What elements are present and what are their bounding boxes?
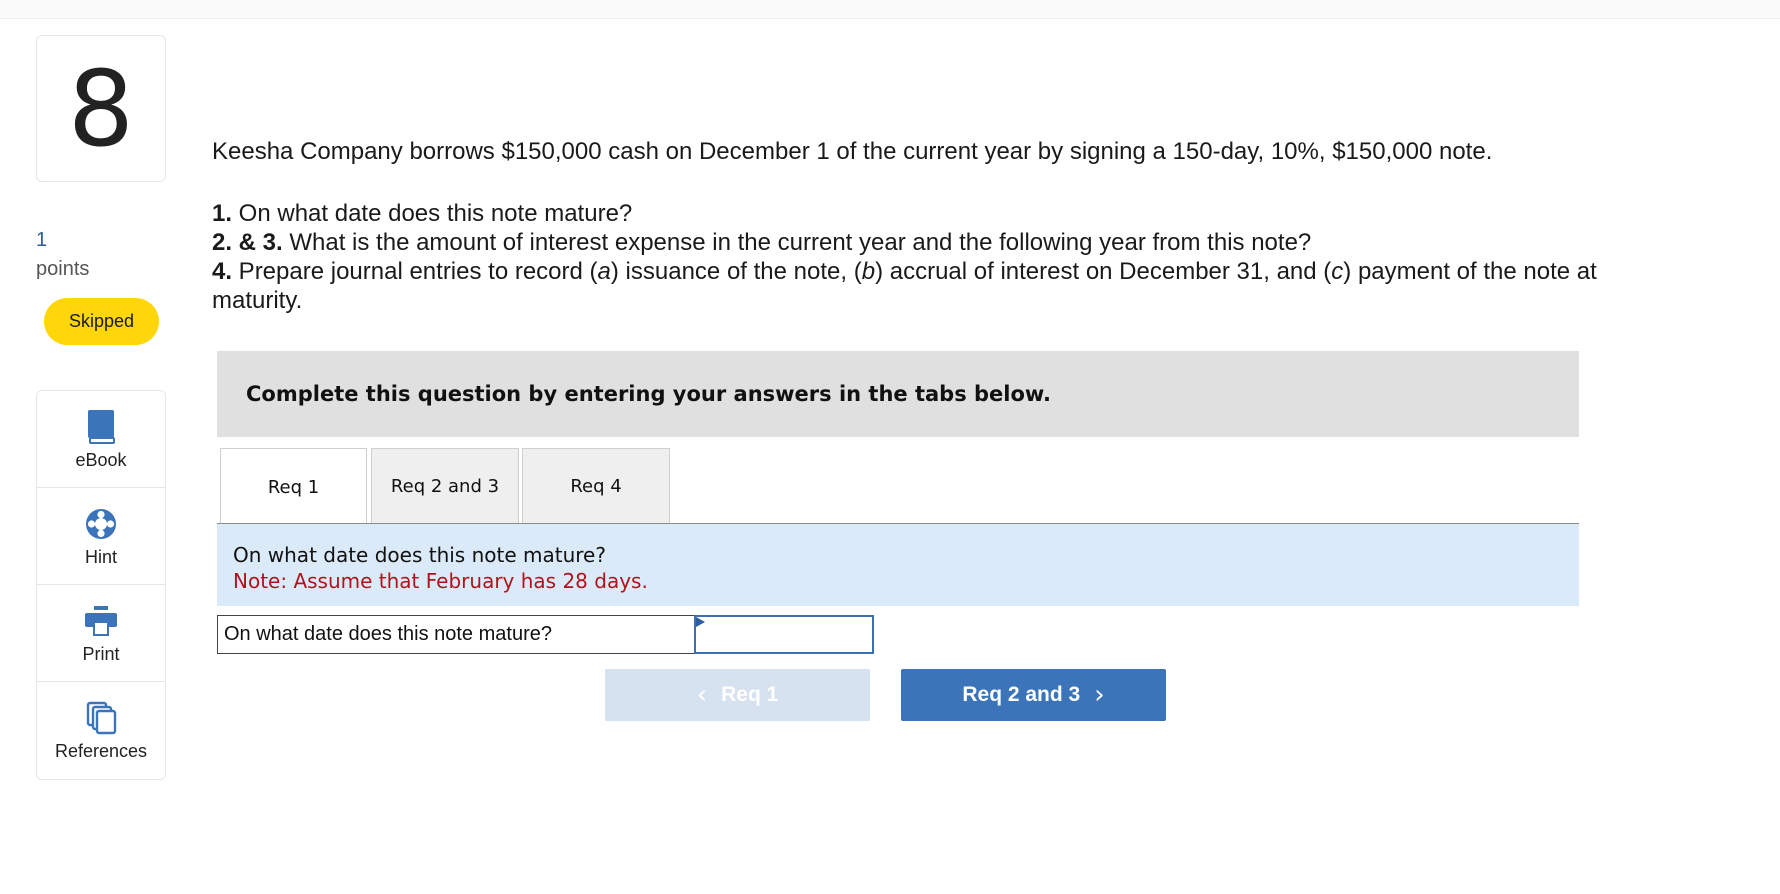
tab-instructions: On what date does this note mature? Note… <box>217 524 1579 606</box>
chevron-left-icon: ‹ <box>696 680 708 710</box>
requirement-4: 4. Prepare journal entries to record (a)… <box>212 258 1597 314</box>
instruction-note: Note: Assume that February has 28 days. <box>233 569 648 593</box>
maturity-date-input[interactable] <box>694 615 874 654</box>
points-value: 1 <box>36 229 48 251</box>
references-label: References <box>54 741 148 761</box>
chevron-right-icon: › <box>1094 680 1105 710</box>
prev-req-label: Req 1 <box>721 683 779 706</box>
question-number: 8 <box>36 35 166 182</box>
prev-req-button[interactable]: ‹ Req 1 <box>605 669 870 721</box>
instructions-banner: Complete this question by entering your … <box>217 351 1579 437</box>
tab-req-2-and-3[interactable]: Req 2 and 3 <box>371 448 519 524</box>
instruction-question: On what date does this note mature? <box>233 543 606 567</box>
next-req-button[interactable]: Req 2 and 3 › <box>901 669 1166 721</box>
ebook-button[interactable]: eBook <box>37 391 165 488</box>
hint-button[interactable]: Hint <box>37 488 165 585</box>
requirements-list: 1. On what date does this note mature? 2… <box>212 199 1692 315</box>
references-button[interactable]: References <box>37 682 165 779</box>
input-marker-icon <box>696 617 705 627</box>
next-req-label: Req 2 and 3 <box>962 683 1081 706</box>
requirement-2-3: 2. & 3. What is the amount of interest e… <box>212 229 1312 256</box>
tools-panel: eBook Hint Print References <box>36 390 166 780</box>
hint-label: Hint <box>84 546 117 567</box>
points-label: points <box>36 258 90 280</box>
tab-req-4[interactable]: Req 4 <box>522 448 670 524</box>
print-button[interactable]: Print <box>37 585 165 682</box>
answer-label: On what date does this note mature? <box>217 615 695 654</box>
printer-icon <box>84 602 118 640</box>
print-label: Print <box>82 643 120 664</box>
problem-intro: Keesha Company borrows $150,000 cash on … <box>212 138 1493 165</box>
requirement-1: 1. On what date does this note mature? <box>212 200 633 227</box>
status-badge: Skipped <box>44 298 159 345</box>
ebook-label: eBook <box>75 449 127 470</box>
book-icon <box>86 408 116 446</box>
copy-documents-icon <box>85 699 117 737</box>
top-bar <box>0 0 1780 19</box>
lifebuoy-icon <box>84 505 118 543</box>
tab-req-1[interactable]: Req 1 <box>220 448 367 525</box>
